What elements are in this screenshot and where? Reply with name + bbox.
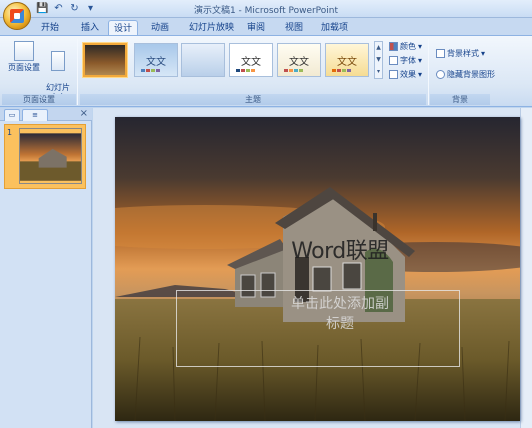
save-icon[interactable]: 💾 — [36, 2, 49, 15]
effects-icon — [389, 70, 398, 79]
group-page-setup-label: 页面设置 — [2, 94, 76, 105]
theme-warm[interactable]: 文文 — [325, 43, 369, 77]
separator — [77, 39, 78, 105]
theme-current[interactable] — [83, 43, 127, 77]
tab-home[interactable]: 开始 — [36, 20, 64, 36]
slide-canvas[interactable]: Word联盟 单击此处添加副标题 — [115, 117, 520, 421]
tab-slides[interactable]: ▭ — [4, 109, 20, 121]
hide-background-checkbox[interactable]: 隐藏背景图形 — [436, 69, 495, 80]
page-setup-label: 页面设置 — [8, 63, 40, 72]
tab-outline[interactable]: ≡ — [22, 109, 48, 121]
ribbon-tabs: 开始 插入 设计 动画 幻灯片放映 审阅 视图 加载项 — [0, 18, 532, 37]
undo-icon[interactable]: ↶ — [52, 2, 65, 15]
office-button[interactable] — [3, 2, 31, 30]
office-logo-icon — [10, 9, 24, 23]
theme-effects-button[interactable]: 效果 ▾ — [389, 69, 422, 80]
separator — [428, 39, 429, 105]
group-themes-label: 主题 — [80, 94, 426, 105]
theme-colors-button[interactable]: 颜色 ▾ — [389, 41, 422, 52]
orientation-icon — [51, 51, 65, 71]
checkbox-icon — [436, 70, 445, 79]
fonts-icon — [389, 56, 398, 65]
tab-animation[interactable]: 动画 — [146, 20, 174, 36]
theme-office[interactable]: 文文 — [229, 43, 273, 77]
theme-gallery-scroll[interactable]: ▲ ▼ ▾ — [374, 41, 383, 79]
slide-background-image — [115, 117, 520, 421]
theme-sky[interactable] — [181, 43, 225, 77]
theme-paper[interactable]: 文文 — [277, 43, 321, 77]
slide-subtitle-text[interactable]: 单击此处添加副标题 — [290, 293, 390, 333]
customize-qat-icon[interactable]: ▾ — [84, 2, 97, 15]
slide-title-text[interactable]: Word联盟 — [265, 233, 415, 265]
slide-thumbnail[interactable]: 1 — [4, 124, 86, 189]
close-icon[interactable]: × — [80, 108, 88, 119]
panel-tabs: ▭ ≡ × — [0, 108, 92, 121]
background-styles-icon — [436, 49, 445, 58]
slides-panel: ▭ ≡ × 1 — [0, 108, 92, 428]
tab-review[interactable]: 审阅 — [242, 20, 270, 36]
colors-icon — [389, 42, 398, 51]
tab-slideshow[interactable]: 幻灯片放映 — [184, 20, 239, 36]
page-setup-button[interactable]: 页面设置 — [7, 41, 41, 73]
background-styles-button[interactable]: 背景样式 ▾ — [436, 48, 485, 59]
tab-view[interactable]: 视图 — [280, 20, 308, 36]
theme-fonts-button[interactable]: 字体 ▾ — [389, 55, 422, 66]
ribbon: 页面设置 幻灯片 方向 页面设置 文文 文文 文文 文文 ▲▼▾ 颜色▾ 字体▾… — [0, 35, 532, 107]
theme-blue[interactable]: 文文 — [134, 43, 178, 77]
slide-number: 1 — [7, 128, 13, 137]
quick-access-toolbar: 💾 ↶ ↻ ▾ — [36, 2, 97, 15]
vertical-scrollbar[interactable] — [520, 108, 532, 428]
tab-addins[interactable]: 加载项 — [316, 20, 353, 36]
page-setup-icon — [14, 41, 34, 61]
redo-icon[interactable]: ↻ — [68, 2, 81, 15]
thumbnail-image — [19, 128, 82, 184]
group-background-label: 背景 — [430, 94, 490, 105]
tab-insert[interactable]: 插入 — [76, 20, 104, 36]
